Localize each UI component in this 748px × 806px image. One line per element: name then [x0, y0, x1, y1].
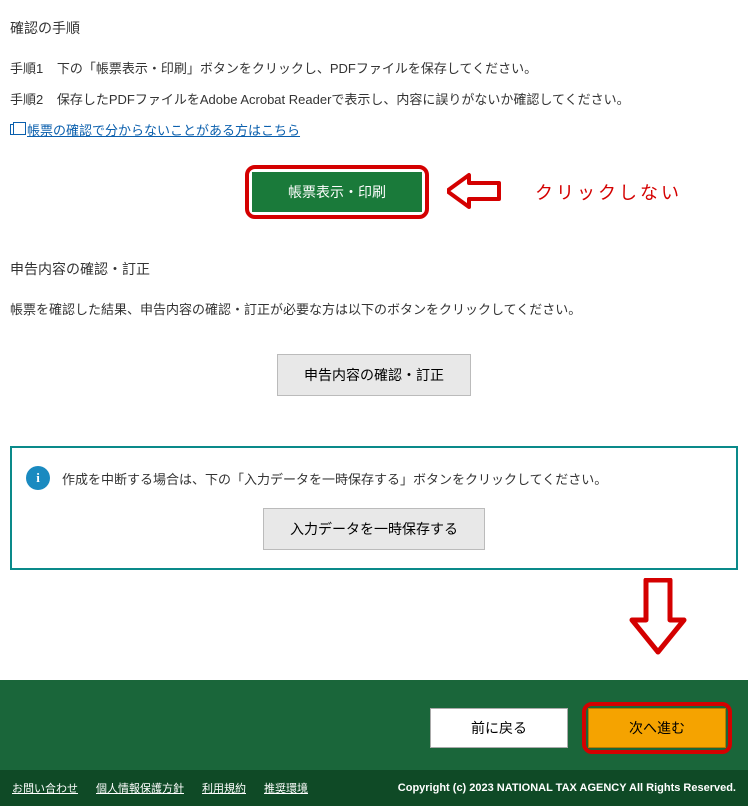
confirm-correct-button[interactable]: 申告内容の確認・訂正 [277, 354, 471, 396]
annotation-box-next: 次へ進む [582, 702, 732, 754]
footer-link-privacy[interactable]: 個人情報保護方針 [96, 780, 184, 796]
footer: お問い合わせ 個人情報保護方針 利用規約 推奨環境 Copyright (c) … [0, 770, 748, 806]
info-box: i 作成を中断する場合は、下の「入力データを一時保存する」ボタンをクリックしてく… [10, 446, 738, 570]
arrow-down-icon [628, 578, 688, 659]
footer-link-contact[interactable]: お問い合わせ [12, 780, 78, 796]
save-temp-button[interactable]: 入力データを一時保存する [263, 508, 485, 550]
section-title-confirm-correct: 申告内容の確認・訂正 [10, 259, 738, 279]
copyright: Copyright (c) 2023 NATIONAL TAX AGENCY A… [398, 782, 736, 794]
nav-bar: 前に戻る 次へ進む [0, 680, 748, 770]
info-text: 作成を中断する場合は、下の「入力データを一時保存する」ボタンをクリックしてくださ… [62, 469, 607, 488]
step-1: 手順1 下の「帳票表示・印刷」ボタンをクリックし、PDFファイルを保存してくださ… [10, 58, 738, 77]
arrow-left-icon [447, 171, 503, 214]
annotation-text-do-not-click: クリックしない [535, 179, 682, 205]
footer-link-terms[interactable]: 利用規約 [202, 780, 246, 796]
print-button[interactable]: 帳票表示・印刷 [252, 172, 422, 212]
back-button[interactable]: 前に戻る [430, 708, 568, 748]
step-1-text: 下の「帳票表示・印刷」ボタンをクリックし、PDFファイルを保存してください。 [57, 61, 537, 76]
section-title-confirm-steps: 確認の手順 [10, 18, 738, 38]
new-window-icon [10, 124, 21, 135]
step-1-label: 手順1 [10, 61, 43, 76]
step-2-label: 手順2 [10, 92, 43, 107]
info-icon: i [26, 466, 50, 490]
footer-link-env[interactable]: 推奨環境 [264, 780, 308, 796]
confirm-correct-desc: 帳票を確認した結果、申告内容の確認・訂正が必要な方は以下のボタンをクリックしてく… [10, 299, 738, 318]
step-2-text: 保存したPDFファイルをAdobe Acrobat Readerで表示し、内容に… [57, 92, 630, 107]
help-link[interactable]: 帳票の確認で分からないことがある方はこちら [27, 120, 300, 139]
next-button[interactable]: 次へ進む [588, 708, 726, 748]
step-2: 手順2 保存したPDFファイルをAdobe Acrobat Readerで表示し… [10, 89, 738, 108]
annotation-box-print: 帳票表示・印刷 [245, 165, 429, 219]
